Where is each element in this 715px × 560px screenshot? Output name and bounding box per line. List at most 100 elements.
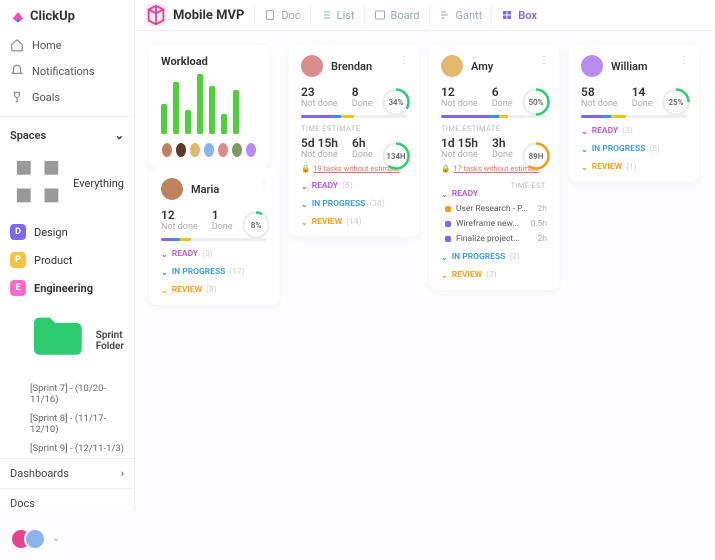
chevron-down-icon: ⌄ — [301, 182, 308, 191]
progress-ring: 25% — [661, 87, 691, 117]
avatar — [245, 142, 257, 158]
chevron-down-icon: ⌄ — [581, 145, 588, 154]
lock-icon: 🔒 — [441, 164, 450, 173]
chevron-down-icon: ⌄ — [161, 250, 168, 259]
card-menu-icon[interactable]: ⋮ — [399, 55, 409, 66]
chevron-down-icon: ⌄ — [301, 200, 308, 209]
tab-list[interactable]: List — [310, 5, 364, 26]
section-ready[interactable]: ⌄READY — [441, 189, 478, 199]
folder-sprint[interactable]: Sprint Folder — [0, 302, 134, 379]
spaces-header[interactable]: Spaces⌄ — [0, 123, 134, 148]
person-name: Brendan — [331, 60, 372, 73]
view-bar: Mobile MVP Doc List Board Gantt Box — [135, 0, 715, 31]
chevron-down-icon: ⌄ — [441, 253, 448, 262]
bar — [197, 74, 203, 134]
workload-card: Workload — [149, 45, 269, 168]
nav-goals[interactable]: Goals — [0, 84, 134, 110]
grid-icon — [10, 154, 65, 212]
status-dot — [445, 221, 451, 227]
bar — [233, 90, 239, 134]
avatar — [301, 55, 323, 77]
lock-icon: 🔒 — [301, 164, 310, 173]
task-row[interactable]: User Research - P...2h — [441, 204, 547, 214]
folder-icon — [26, 307, 90, 374]
avatar — [203, 142, 215, 158]
space-badge: D — [10, 224, 26, 240]
avatar — [217, 142, 229, 158]
nav-notifications[interactable]: Notifications — [0, 58, 134, 84]
page-title[interactable]: Mobile MVP — [145, 4, 254, 26]
section-prog-s[interactable]: ⌄IN PROGRESS (5) — [581, 144, 687, 154]
progress-ring: 8% — [241, 210, 271, 240]
sidebar-item-everything[interactable]: Everything — [0, 148, 134, 218]
list-icon — [320, 9, 332, 21]
section-ready[interactable]: ⌄READY (2) — [581, 126, 687, 136]
workload-title: Workload — [161, 55, 257, 68]
tab-doc[interactable]: Doc — [254, 5, 309, 26]
sprint-item[interactable]: [Sprint 7] - (10/20-11/16) — [0, 379, 134, 409]
person-card-william: ⋮William58Not done14Done25%⌄READY (2)⌄IN… — [569, 45, 699, 182]
card-menu-icon[interactable]: ⋮ — [539, 55, 549, 66]
nav-docs[interactable]: Docs — [0, 488, 134, 518]
avatar — [441, 55, 463, 77]
tab-box[interactable]: Box — [491, 5, 546, 26]
doc-icon — [264, 9, 276, 21]
bar — [221, 114, 227, 134]
board-content: Workload ⋮Maria12Not done1Done8%⌄READY (… — [135, 31, 715, 319]
section-rev[interactable]: ⌄REVIEW (1) — [581, 162, 687, 172]
section-rev[interactable]: ⌄REVIEW (14) — [301, 217, 407, 227]
chevron-down-icon: ⌄ — [52, 533, 60, 544]
clickup-logo-icon — [10, 8, 26, 24]
section-rev[interactable]: ⌄REVIEW (8) — [161, 285, 267, 295]
person-card-brendan: ⋮Brendan23Not done8Done34%TIME ESTIMATE5… — [289, 45, 419, 237]
avatar — [189, 142, 201, 158]
sidebar-item-engineering[interactable]: EEngineering — [0, 274, 134, 302]
user-avatars[interactable]: ⌄ — [0, 518, 134, 560]
space-badge: P — [10, 252, 26, 268]
task-row[interactable]: Finalize project...2h — [441, 234, 547, 244]
gantt-icon — [439, 9, 451, 21]
board-icon — [374, 9, 386, 21]
section-prog-s[interactable]: ⌄IN PROGRESS (2) — [441, 252, 547, 262]
bar — [161, 104, 167, 134]
chevron-down-icon: ⌄ — [161, 268, 168, 277]
card-menu-icon[interactable]: ⋮ — [259, 178, 269, 189]
cube-icon — [145, 4, 167, 26]
section-prog-s[interactable]: ⌄IN PROGRESS (17) — [161, 267, 267, 277]
progress-ring: 34% — [381, 87, 411, 117]
section-ready[interactable]: ⌄READY (8) — [301, 181, 407, 191]
status-dot — [445, 206, 451, 212]
task-row[interactable]: Wireframe new...0.5h — [441, 219, 547, 229]
sprint-item[interactable]: [Sprint 8] - (11/17-12/10) — [0, 409, 134, 439]
sidebar-item-product[interactable]: PProduct — [0, 246, 134, 274]
nav-home[interactable]: Home — [0, 32, 134, 58]
sidebar-item-design[interactable]: DDesign — [0, 218, 134, 246]
section-rev[interactable]: ⌄REVIEW (3) — [441, 270, 547, 280]
person-name: Amy — [471, 60, 493, 73]
status-dot — [445, 236, 451, 242]
brand-logo[interactable]: ClickUp — [0, 8, 134, 32]
time-estimate-label: TIME ESTIMATE — [441, 124, 547, 133]
hours-ring: 89H — [521, 141, 551, 171]
avatar — [161, 178, 183, 200]
section-prog-s[interactable]: ⌄IN PROGRESS (34) — [301, 199, 407, 209]
home-icon — [10, 38, 24, 52]
avatar — [161, 142, 173, 158]
section-ready[interactable]: ⌄READY (3) — [161, 249, 267, 259]
chevron-down-icon: ⌄ — [161, 286, 168, 295]
sprint-item[interactable]: [Sprint 9] - (12/11-1/3) — [0, 439, 134, 458]
person-name: William — [611, 60, 648, 73]
tab-board[interactable]: Board — [364, 5, 429, 26]
chevron-down-icon: ⌄ — [301, 218, 308, 227]
time-estimate-label: TIME ESTIMATE — [301, 124, 407, 133]
tab-gantt[interactable]: Gantt — [429, 5, 492, 26]
nav-dashboards[interactable]: Dashboards› — [0, 458, 134, 488]
box-icon — [501, 9, 513, 21]
avatar — [175, 142, 187, 158]
bar — [185, 110, 191, 134]
brand-name: ClickUp — [30, 9, 75, 24]
card-menu-icon[interactable]: ⋮ — [679, 55, 689, 66]
chevron-down-icon: ⌄ — [441, 271, 448, 280]
person-card-amy: ⋮Amy12Not done6Done50%TIME ESTIMATE1d 15… — [429, 45, 559, 290]
chevron-down-icon: ⌄ — [581, 163, 588, 172]
